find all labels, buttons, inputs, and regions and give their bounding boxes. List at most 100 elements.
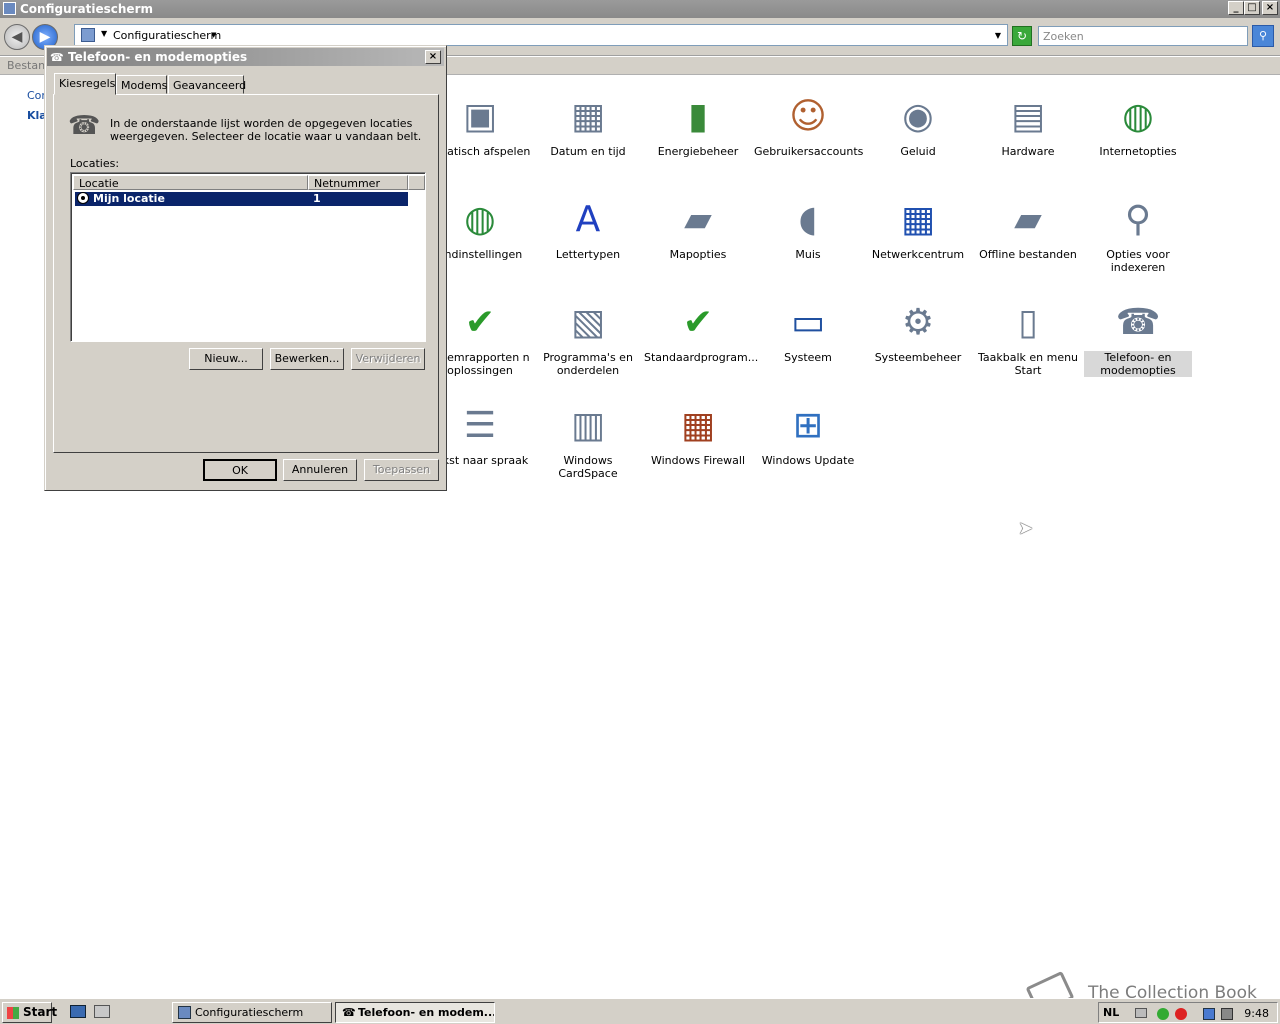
control-panel-item[interactable]: ▰ Offline bestanden — [974, 196, 1082, 261]
control-panel-item[interactable]: ▥ Windows CardSpace — [534, 402, 642, 480]
mouse-cursor: ➤ — [1018, 518, 1034, 539]
control-panel-item[interactable]: ◉ Geluid — [864, 93, 972, 158]
minimize-button[interactable]: _ — [1228, 1, 1244, 15]
control-panel-item[interactable]: ☺ Gebruikersaccounts — [754, 93, 864, 158]
control-panel-item[interactable]: ◖ Muis — [754, 196, 862, 261]
locations-label: Locaties: — [70, 157, 120, 170]
main-window-titlebar[interactable]: Configuratiescherm _ □ × — [0, 0, 1280, 18]
explorer-quicklaunch-icon[interactable] — [94, 1005, 110, 1018]
apply-button[interactable]: Toepassen — [364, 459, 439, 481]
dialog-titlebar[interactable]: ☎ Telefoon- en modemopties × — [47, 48, 444, 66]
control-panel-item[interactable]: ☎ Telefoon- en modemopties — [1084, 299, 1192, 377]
control-panel-item[interactable]: ▭ Systeem — [754, 299, 862, 364]
column-areacode[interactable]: Netnummer — [308, 175, 408, 190]
item-label: Gebruikersaccounts — [754, 145, 864, 158]
control-panel-item[interactable]: ▦ Datum en tijd — [534, 93, 642, 158]
control-panel-item[interactable]: ▰ Mapopties — [644, 196, 752, 261]
windows-update-icon: ⊞ — [792, 405, 824, 446]
control-panel-item[interactable]: ▧ Programma's en onderdelen — [534, 299, 642, 377]
mouse-icon: ◖ — [798, 199, 818, 240]
task-control-panel[interactable]: Configuratiescherm — [172, 1002, 332, 1023]
window-title: Configuratiescherm — [20, 2, 153, 16]
item-label: Programma's en onderdelen — [543, 351, 633, 377]
warning-icon[interactable] — [1175, 1008, 1187, 1020]
battery-plug-icon: ▮ — [688, 96, 708, 137]
location-name: Mijn locatie — [93, 192, 165, 205]
location-radio-icon — [77, 192, 89, 204]
edit-button[interactable]: Bewerken... — [270, 348, 344, 370]
globe-clock-icon: ◍ — [464, 199, 496, 240]
tab-dialing-rules[interactable]: Kiesregels — [54, 73, 116, 95]
item-label: Geluid — [900, 145, 936, 158]
column-location[interactable]: Locatie — [73, 175, 308, 190]
calendar-clock-icon: ▦ — [570, 96, 605, 137]
dialog-title: Telefoon- en modemopties — [68, 50, 248, 64]
item-label: Taakbalk en menu Start — [977, 351, 1079, 377]
phone-icon: ☎ — [1115, 302, 1161, 343]
firewall-icon: ▦ — [680, 405, 715, 446]
admin-tools-icon: ⚙ — [901, 302, 935, 343]
control-panel-item[interactable]: A Lettertypen — [534, 196, 642, 261]
info-text: In de onderstaande lijst worden de opgeg… — [110, 117, 422, 143]
control-panel-item[interactable]: ⊞ Windows Update — [754, 402, 862, 467]
close-button[interactable]: × — [1262, 1, 1278, 15]
start-button[interactable]: Start — [2, 1002, 57, 1023]
taskbar: Start Configuratiescherm ☎ Telefoon- en … — [0, 998, 1280, 1024]
back-button[interactable]: ◀ — [4, 24, 30, 50]
control-panel-item[interactable]: ⚙ Systeembeheer — [864, 299, 972, 364]
clock[interactable]: 9:48 — [1244, 1007, 1269, 1020]
ok-button[interactable]: OK — [203, 459, 277, 481]
control-panel-item[interactable]: ▯ Taakbalk en menu Start — [974, 299, 1082, 377]
location-areacode: 1 — [313, 192, 321, 205]
control-panel-item[interactable]: ⚲ Opties voor indexeren — [1084, 196, 1192, 274]
folder-icon — [81, 28, 95, 42]
item-label: Standaardprogram... — [644, 351, 759, 364]
list-item[interactable]: Mijn locatie 1 — [75, 192, 408, 206]
language-indicator[interactable]: NL — [1103, 1006, 1119, 1019]
control-panel-item[interactable]: ▦ Windows Firewall — [644, 402, 752, 467]
hardware-icon: ▤ — [1010, 96, 1045, 137]
folder-options-icon: ▰ — [684, 199, 712, 240]
index-icon: ⚲ — [1124, 199, 1152, 240]
control-panel-item[interactable]: ◍ Internetopties — [1084, 93, 1192, 158]
volume-icon[interactable] — [1221, 1008, 1233, 1020]
address-field[interactable]: ▼ Configuratiescherm ▼ ▼ — [74, 24, 1008, 46]
network-icon[interactable] — [1203, 1008, 1215, 1020]
item-label: Windows Update — [761, 454, 855, 467]
phone-modem-dialog: ☎ Telefoon- en modemopties × Kiesregels … — [44, 45, 447, 491]
tab-modems[interactable]: Modems — [116, 75, 167, 94]
locations-list[interactable]: Locatie Netnummer Mijn locatie 1 — [70, 172, 426, 342]
phone-icon: ☎ — [342, 1006, 356, 1019]
search-input[interactable]: Zoeken — [1038, 26, 1248, 46]
refresh-button[interactable]: ↻ — [1012, 26, 1032, 46]
control-panel-item[interactable]: ▮ Energiebeheer — [644, 93, 752, 158]
control-panel-item[interactable]: ▦ Netwerkcentrum — [864, 196, 972, 261]
task-phone-modem[interactable]: ☎ Telefoon- en modem... — [335, 1002, 495, 1023]
users-icon: ☺ — [789, 96, 827, 137]
control-panel-item[interactable]: ▤ Hardware — [974, 93, 1082, 158]
address-path[interactable]: Configuratiescherm — [113, 29, 221, 42]
show-desktop-icon[interactable] — [70, 1005, 86, 1018]
item-label: Datum en tijd — [550, 145, 626, 158]
cancel-button[interactable]: Annuleren — [283, 459, 357, 481]
speaker-icon: ◉ — [902, 96, 934, 137]
maximize-button[interactable]: □ — [1244, 1, 1260, 15]
tab-panel: ☎ In de onderstaande lijst worden de opg… — [53, 94, 439, 453]
chevron-down-icon[interactable]: ▼ — [211, 31, 216, 39]
control-panel-item[interactable]: ✔ Standaardprogram... — [644, 299, 759, 364]
item-label: Systeem — [784, 351, 832, 364]
security-icon[interactable] — [1157, 1008, 1169, 1020]
dialog-close-button[interactable]: × — [425, 50, 441, 64]
problem-reports-icon: ✔ — [464, 302, 496, 343]
keyboard-icon[interactable] — [1135, 1008, 1147, 1018]
chevron-down-icon[interactable]: ▼ — [101, 29, 107, 38]
search-icon[interactable]: ⚲ — [1252, 25, 1274, 47]
new-button[interactable]: Nieuw... — [189, 348, 263, 370]
delete-button[interactable]: Verwijderen — [351, 348, 425, 370]
tab-advanced[interactable]: Geavanceerd — [168, 75, 246, 94]
item-label: Energiebeheer — [657, 145, 739, 158]
item-label: Hardware — [1001, 145, 1055, 158]
history-dropdown-icon[interactable]: ▼ — [995, 31, 1001, 40]
item-label: Systeembeheer — [874, 351, 962, 364]
item-label: Muis — [795, 248, 821, 261]
